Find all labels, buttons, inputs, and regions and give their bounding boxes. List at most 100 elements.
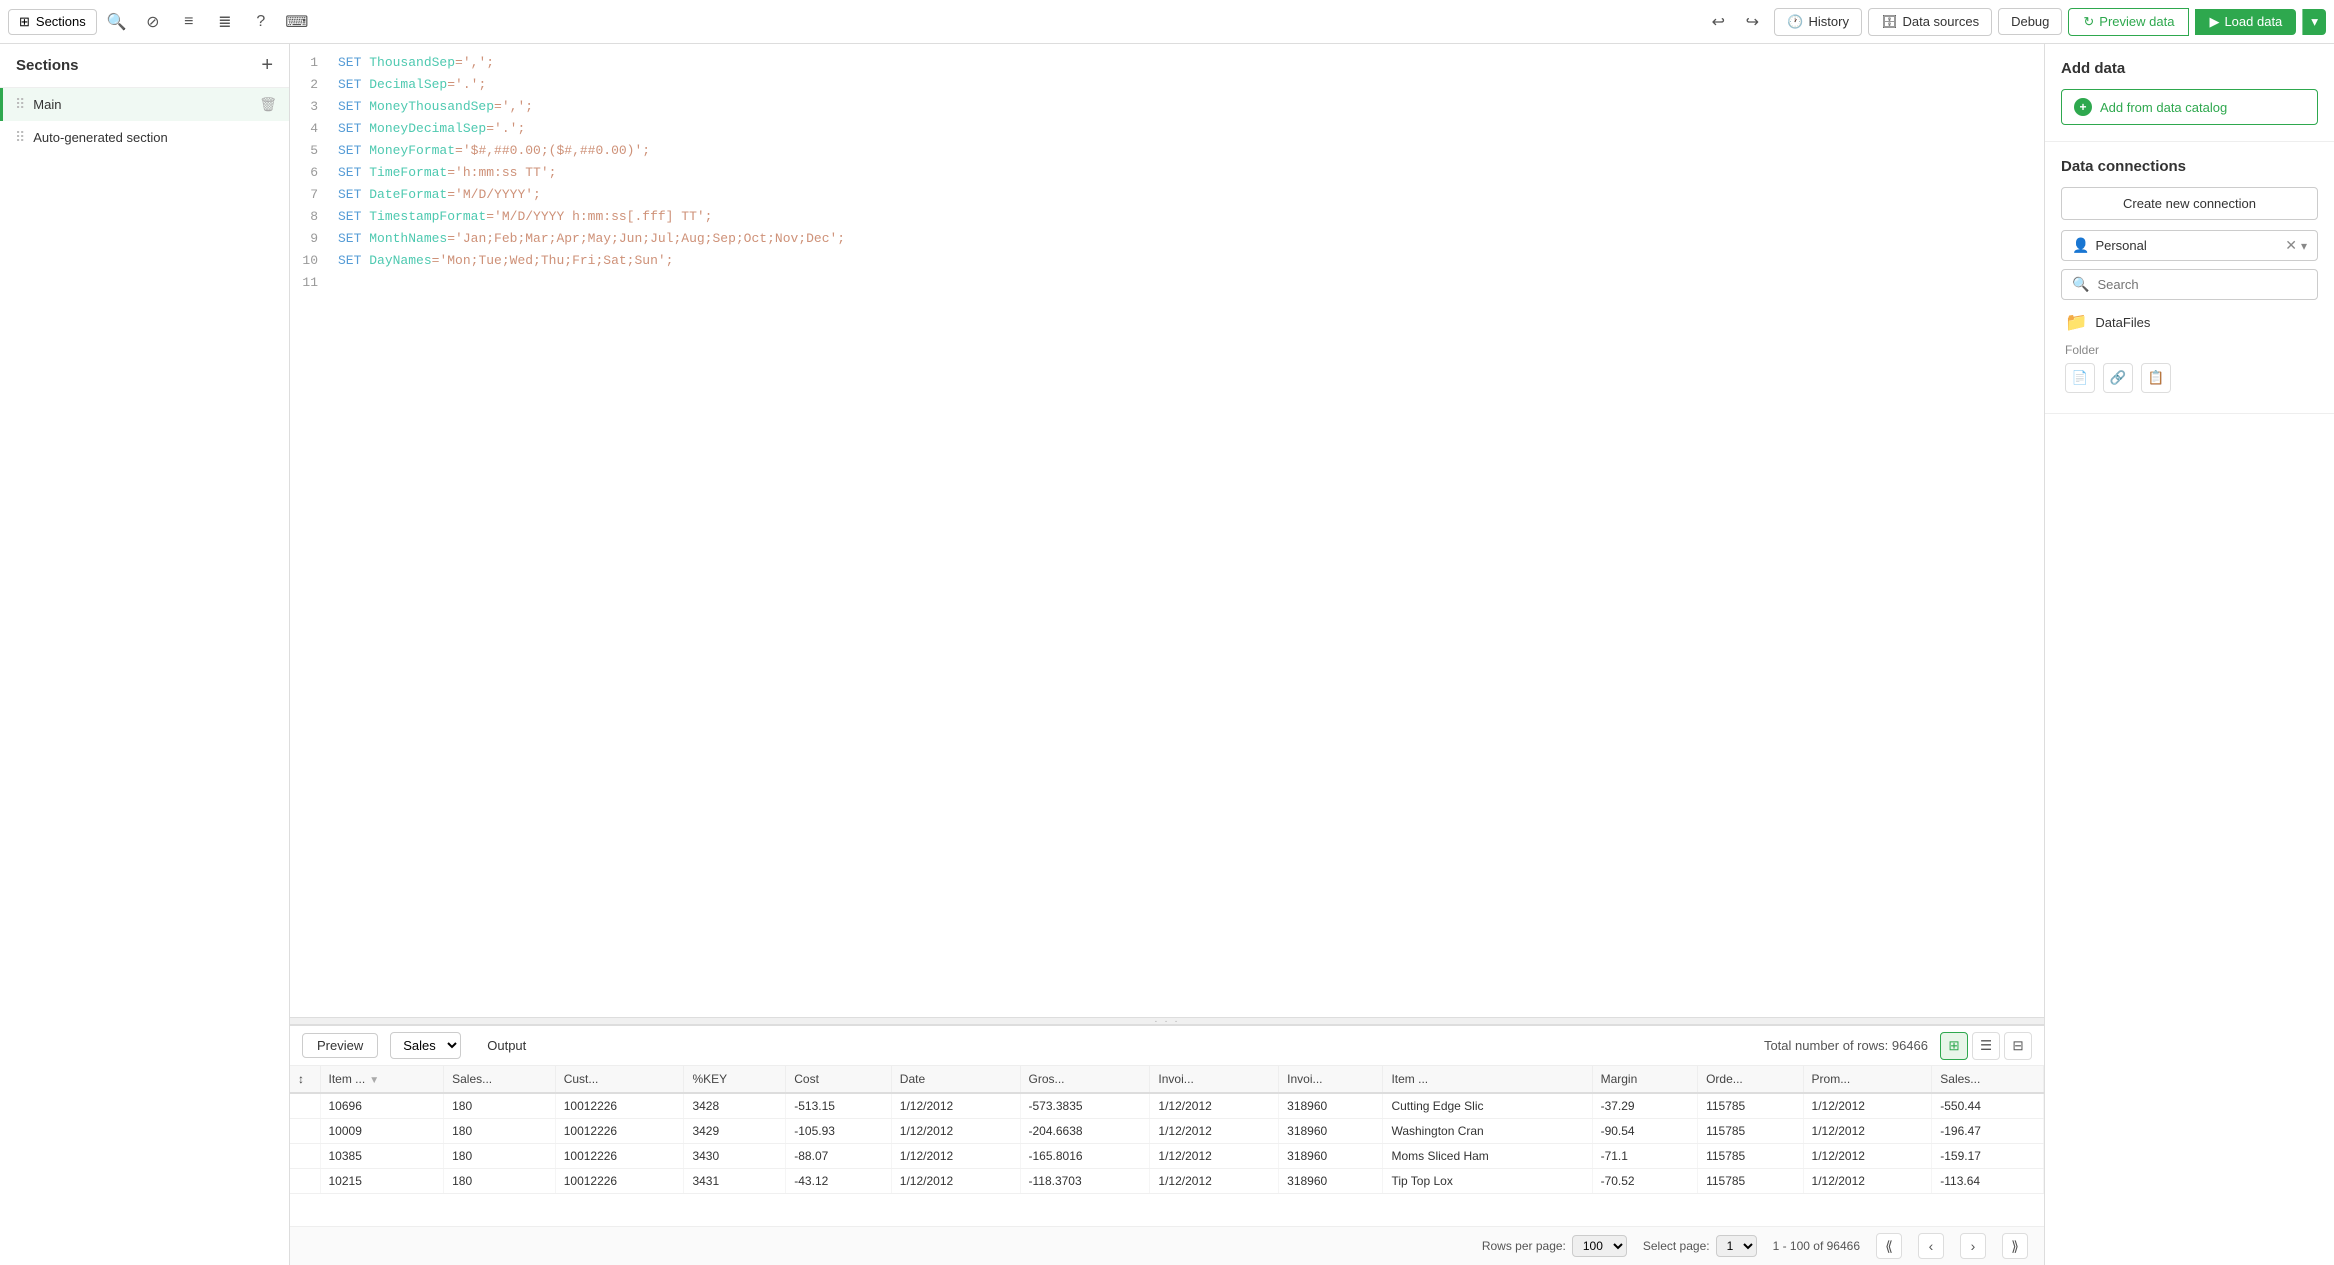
table-header-invoi2[interactable]: Invoi... — [1279, 1066, 1383, 1093]
table-cell: -204.6638 — [1020, 1119, 1150, 1144]
table-cell: -550.44 — [1932, 1093, 2044, 1119]
debug-button[interactable]: Debug — [1998, 8, 2062, 35]
close-icon[interactable]: ✕ — [2285, 237, 2297, 254]
datasources-button[interactable]: 🗄 Data sources — [1868, 8, 1992, 36]
sections-toggle-button[interactable]: ⊞ Sections — [8, 9, 97, 35]
personal-selector[interactable]: 👤 Personal ✕ ▾ — [2061, 230, 2318, 261]
table-cell: 1/12/2012 — [1150, 1093, 1279, 1119]
table-header-sales2[interactable]: Sales... — [1932, 1066, 2044, 1093]
undo-button[interactable]: ↩ — [1702, 6, 1734, 38]
card-view-button[interactable]: ⊟ — [2004, 1032, 2032, 1060]
select-page-label: Select page: — [1643, 1239, 1710, 1253]
add-from-catalog-button[interactable]: + Add from data catalog — [2061, 89, 2318, 125]
add-section-button[interactable]: + — [261, 54, 273, 77]
file-action-1[interactable]: 📄 — [2065, 363, 2095, 393]
debug-label: Debug — [2011, 14, 2049, 29]
table-header-sales[interactable]: Sales... — [444, 1066, 556, 1093]
table-cell: 1/12/2012 — [1803, 1119, 1932, 1144]
horizontal-resize-handle[interactable]: · · · — [290, 1017, 2044, 1025]
file-icon-1: 📄 — [2072, 370, 2089, 386]
load-icon: ▶ — [2209, 14, 2219, 30]
table-cell: 10009 — [320, 1119, 444, 1144]
table-header-pkey[interactable]: %KEY — [684, 1066, 786, 1093]
comment-button[interactable]: ⊘ — [137, 6, 169, 38]
table-cell: 10012226 — [555, 1169, 684, 1194]
table-selector[interactable]: Sales — [390, 1032, 461, 1059]
table-view-buttons: ⊞ ☰ ⊟ — [1940, 1032, 2032, 1060]
table-cell: 180 — [444, 1169, 556, 1194]
load-data-button[interactable]: ▶ Load data — [2195, 9, 2296, 35]
table-header-prom[interactable]: Prom... — [1803, 1066, 1932, 1093]
code-editor-container[interactable]: 12345 678910 11 SET ThousandSep=',';SET … — [290, 44, 2044, 1017]
table-header-orde[interactable]: Orde... — [1698, 1066, 1803, 1093]
personal-label: Personal — [2095, 238, 2146, 253]
section-item-main[interactable]: ⠿ Main 🗑 — [0, 88, 289, 121]
table-cell: 318960 — [1279, 1144, 1383, 1169]
table-cell: 1/12/2012 — [1150, 1169, 1279, 1194]
table-cell: 115785 — [1698, 1169, 1803, 1194]
datasources-icon: 🗄 — [1881, 14, 1898, 30]
sections-button-label: Sections — [36, 14, 86, 29]
sections-header: Sections + — [0, 44, 289, 88]
table-cell: 10012226 — [555, 1119, 684, 1144]
data-table-container[interactable]: ↕ Item ...▼ Sales... Cust... %KEY Cost D… — [290, 1066, 2044, 1226]
table-cell: -37.29 — [1592, 1093, 1697, 1119]
history-button[interactable]: 🕐 History — [1774, 8, 1862, 36]
prev-page-button[interactable]: ‹ — [1918, 1233, 1944, 1259]
table-header-invoi1[interactable]: Invoi... — [1150, 1066, 1279, 1093]
table-header-item[interactable]: Item ...▼ — [320, 1066, 444, 1093]
table-header-cost[interactable]: Cost — [786, 1066, 892, 1093]
search-button[interactable]: 🔍 — [101, 6, 133, 38]
main-toolbar: ⊞ Sections 🔍 ⊘ ≡ ≣ ? ⌨ ↩ ↪ 🕐 History — [0, 0, 2334, 44]
list-view-button[interactable]: ☰ — [1972, 1032, 2000, 1060]
sections-title: Sections — [16, 57, 79, 74]
chevron-down-icon[interactable]: ▾ — [2301, 239, 2307, 253]
delete-section-icon[interactable]: 🗑 — [259, 96, 277, 113]
table-cell: -43.12 — [786, 1169, 892, 1194]
page-number-select[interactable]: 1 — [1716, 1235, 1757, 1257]
file-action-3[interactable]: 📋 — [2141, 363, 2171, 393]
last-page-button[interactable]: ⟫ — [2002, 1233, 2028, 1259]
keyboard-button[interactable]: ⌨ — [281, 6, 313, 38]
help-button[interactable]: ? — [245, 6, 277, 38]
table-cell: 1/12/2012 — [1803, 1144, 1932, 1169]
preview-tab-button[interactable]: Preview — [302, 1033, 378, 1058]
grid-view-button[interactable]: ⊞ — [1940, 1032, 1968, 1060]
redo-button[interactable]: ↪ — [1736, 6, 1768, 38]
data-table: ↕ Item ...▼ Sales... Cust... %KEY Cost D… — [290, 1066, 2044, 1194]
rows-per-page: Rows per page: 100 — [1482, 1235, 1627, 1257]
next-page-button[interactable]: › — [1960, 1233, 1986, 1259]
table-header-date[interactable]: Date — [891, 1066, 1020, 1093]
table-cell: 3429 — [684, 1119, 786, 1144]
table-cell: Washington Cran — [1383, 1119, 1592, 1144]
rows-per-page-select[interactable]: 100 — [1572, 1235, 1627, 1257]
search-box[interactable]: 🔍 — [2061, 269, 2318, 300]
code-content[interactable]: SET ThousandSep=',';SET DecimalSep='.';S… — [330, 52, 2044, 1009]
table-cell: 1/12/2012 — [891, 1169, 1020, 1194]
outdent-button[interactable]: ≣ — [209, 6, 241, 38]
table-row: 10696180100122263428-513.151/12/2012-573… — [290, 1093, 2044, 1119]
editor-area: 12345 678910 11 SET ThousandSep=',';SET … — [290, 44, 2044, 1265]
select-page-group: Select page: 1 — [1643, 1235, 1757, 1257]
sections-panel: Sections + ⠿ Main 🗑 ⠿ Auto-generated sec… — [0, 44, 290, 1265]
preview-data-button[interactable]: ↻ Preview data — [2068, 8, 2189, 36]
indent-button[interactable]: ≡ — [173, 6, 205, 38]
table-cell-index — [290, 1093, 320, 1119]
table-header-gros[interactable]: Gros... — [1020, 1066, 1150, 1093]
output-tab-button[interactable]: Output — [473, 1034, 540, 1057]
table-header-cust[interactable]: Cust... — [555, 1066, 684, 1093]
section-item-autogenerated[interactable]: ⠿ Auto-generated section — [0, 121, 289, 154]
file-action-2[interactable]: 🔗 — [2103, 363, 2133, 393]
table-header-index[interactable]: ↕ — [290, 1066, 320, 1093]
grid-icon: ⊞ — [19, 14, 30, 30]
load-data-dropdown-button[interactable]: ▾ — [2302, 9, 2326, 35]
add-data-title: Add data — [2061, 60, 2318, 77]
toolbar-right: ↩ ↪ 🕐 History 🗄 Data sources Debug ↻ Pre… — [1702, 6, 2326, 38]
search-input[interactable] — [2097, 277, 2307, 292]
first-page-button[interactable]: ⟪ — [1876, 1233, 1902, 1259]
table-header-margin[interactable]: Margin — [1592, 1066, 1697, 1093]
create-connection-button[interactable]: Create new connection — [2061, 187, 2318, 220]
table-cell: 3430 — [684, 1144, 786, 1169]
table-header-item2[interactable]: Item ... — [1383, 1066, 1592, 1093]
chevron-down-icon: ▾ — [2311, 14, 2318, 29]
